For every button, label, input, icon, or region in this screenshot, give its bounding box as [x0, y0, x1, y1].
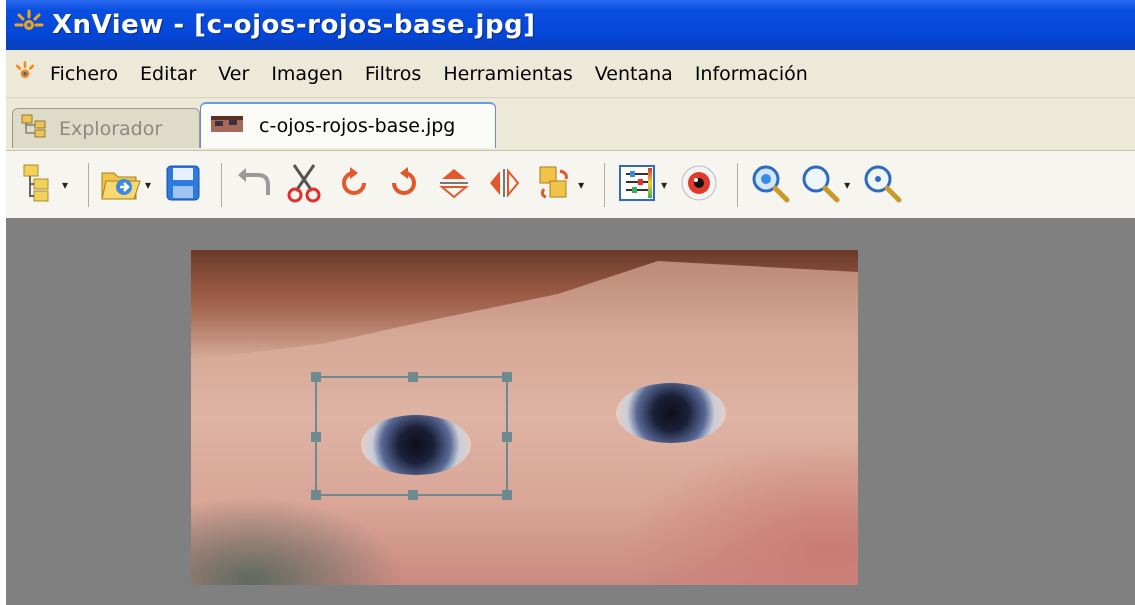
zoom-in-button[interactable] [748, 163, 792, 207]
transform-dropdown-icon[interactable]: ▾ [578, 178, 584, 192]
undo-icon [236, 165, 272, 205]
selection-handle-right[interactable] [502, 432, 512, 442]
toolbar-separator [737, 162, 739, 207]
zoom-in-icon [750, 163, 790, 207]
adjust-icon [618, 164, 656, 206]
image-canvas-area[interactable] [6, 218, 1135, 605]
menu-editar[interactable]: Editar [140, 63, 196, 85]
zoom-out-icon [800, 163, 840, 207]
cut-button[interactable] [282, 163, 326, 207]
tab-explorador-label: Explorador [59, 117, 163, 140]
open-button[interactable] [99, 163, 143, 207]
menu-ventana[interactable]: Ventana [595, 63, 673, 85]
xnview-logo-icon [14, 8, 44, 42]
rotate-left-button[interactable] [332, 163, 376, 207]
browse-dropdown-icon[interactable]: ▾ [62, 178, 68, 192]
rotate-left-icon [336, 165, 372, 205]
photo-right-eye [616, 383, 726, 443]
selection-handle-bottom[interactable] [408, 490, 418, 500]
undo-button[interactable] [232, 163, 276, 207]
rotate-right-button[interactable] [382, 163, 426, 207]
menu-bar: Fichero Editar Ver Imagen Filtros Herram… [6, 50, 1135, 98]
transform-icon [536, 163, 572, 207]
zoom-fit-button[interactable] [860, 163, 904, 207]
photo-child-face[interactable] [191, 250, 858, 585]
selection-handle-bottom-right[interactable] [502, 490, 512, 500]
toolbar-separator [221, 162, 223, 207]
tab-bar: Explorador c-ojos-rojos-base.jpg [6, 98, 1135, 150]
menu-filtros[interactable]: Filtros [365, 63, 421, 85]
save-button[interactable] [161, 163, 205, 207]
browse-icon [18, 163, 58, 207]
flip-vertical-button[interactable] [432, 163, 476, 207]
flip-horizontal-icon [486, 165, 522, 205]
open-folder-icon [100, 163, 142, 207]
flip-vertical-icon [436, 165, 472, 205]
zoom-fit-icon [862, 163, 902, 207]
browse-button[interactable] [16, 163, 60, 207]
transform-button[interactable] [532, 163, 576, 207]
selection-handle-top-right[interactable] [502, 372, 512, 382]
explorer-tree-icon [21, 114, 49, 143]
tab-image[interactable]: c-ojos-rojos-base.jpg [200, 102, 496, 148]
menu-fichero[interactable]: Fichero [50, 63, 118, 85]
red-eye-button[interactable] [677, 163, 721, 207]
zoom-dropdown-icon[interactable]: ▾ [844, 178, 850, 192]
save-icon [165, 164, 201, 206]
toolbar-separator [88, 162, 90, 207]
zoom-out-button[interactable] [798, 163, 842, 207]
adjust-dropdown-icon[interactable]: ▾ [661, 178, 667, 192]
open-dropdown-icon[interactable]: ▾ [145, 178, 151, 192]
selection-handle-top[interactable] [408, 372, 418, 382]
menu-ver[interactable]: Ver [218, 63, 249, 85]
selection-handle-left[interactable] [311, 432, 321, 442]
red-eye-icon [679, 163, 719, 207]
menu-imagen[interactable]: Imagen [271, 63, 343, 85]
selection-rectangle[interactable] [311, 372, 512, 500]
window-title: XnView - [c-ojos-rojos-base.jpg] [52, 10, 536, 40]
toolbar: ▾ ▾ ▾ ▾ ▾ [6, 150, 1135, 218]
menu-app-icon[interactable] [12, 59, 38, 89]
flip-horizontal-button[interactable] [482, 163, 526, 207]
selection-handle-top-left[interactable] [311, 372, 321, 382]
photo-hair [191, 250, 858, 360]
menu-herramientas[interactable]: Herramientas [443, 63, 572, 85]
image-thumbnail-icon [211, 115, 243, 137]
menu-informacion[interactable]: Información [695, 63, 808, 85]
adjust-button[interactable] [615, 163, 659, 207]
toolbar-separator [604, 162, 606, 207]
rotate-right-icon [386, 165, 422, 205]
tab-explorador[interactable]: Explorador [12, 108, 200, 148]
cut-icon [286, 163, 322, 207]
selection-handle-bottom-left[interactable] [311, 490, 321, 500]
window-title-bar[interactable]: XnView - [c-ojos-rojos-base.jpg] [6, 0, 1135, 50]
tab-image-label: c-ojos-rojos-base.jpg [259, 115, 456, 137]
